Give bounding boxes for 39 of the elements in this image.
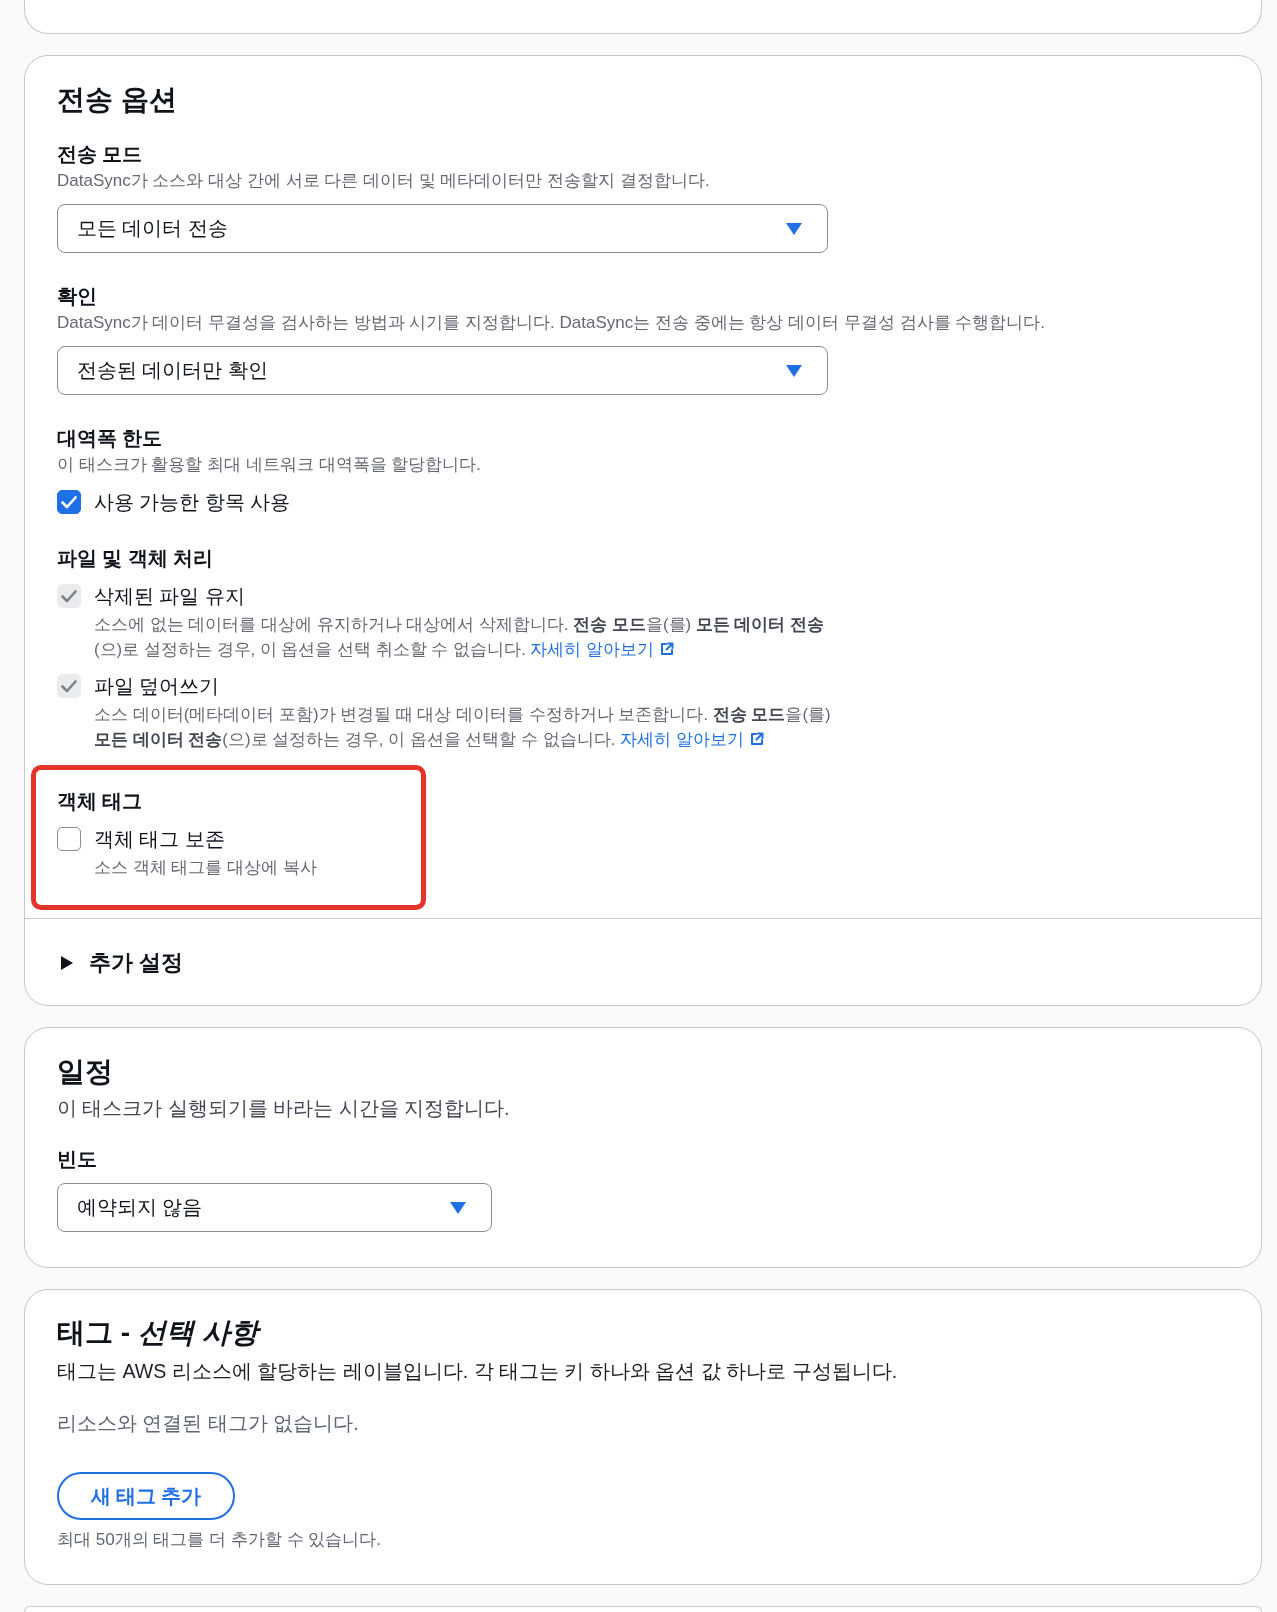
checkbox[interactable] (57, 827, 81, 851)
field-description: DataSync가 소스와 대상 간에 서로 다른 데이터 및 메타데이터만 전송할지 결정합니다. (57, 170, 711, 192)
section-title: 전송 옵션 (57, 83, 178, 117)
checkbox-label: 삭제된 파일 유지 (94, 583, 245, 609)
caret-down-icon (450, 1201, 466, 1214)
section-title: 태그 - 선택 사항 (57, 1316, 1229, 1350)
checkmark-icon (61, 589, 77, 603)
option-description: 소스에 없는 데이터를 대상에 유지하거나 대상에서 삭제합니다. 전송 모드을(를) 모든 데이터 전송(으)로 설정하는 경우, 이 옵션을 선택 취소할 수 없습니다. 자세히 알아보기 (94, 614, 826, 661)
field-label: 객체 태그 (57, 790, 144, 813)
dropdown[interactable]: 전송된 데이터만 확인 (57, 346, 828, 395)
caret-right-icon (61, 956, 73, 970)
field-label: 파일 및 객체 처리 (57, 547, 215, 570)
field-label: 빈도 (57, 1148, 98, 1171)
external-link-icon (749, 732, 764, 746)
caret-down-icon (786, 364, 802, 377)
checkmark-icon (61, 495, 77, 509)
checkmark-icon (61, 679, 77, 693)
option-description: 소스 데이터(메타데이터 포함)가 변경될 때 대상 데이터를 수정하거나 보존합니다. 전송 모드을(를) 모든 데이터 전송(으)로 설정하는 경우, 이 옵션을 선택할 수 없습니다. 자세히 알아보기 (94, 704, 832, 751)
checkbox-label: 파일 덮어쓰기 (94, 673, 220, 699)
empty-message: 리소스와 연결된 태그가 없습니다. (57, 1411, 360, 1436)
add-tag-button[interactable]: 새 태그 추가 (57, 1472, 235, 1520)
section-description: 이 태스크가 실행되기를 바라는 시간을 지정합니다. (57, 1096, 511, 1121)
option-description: 소스 객체 태그를 대상에 복사 (94, 857, 317, 879)
field-label: 확인 (57, 285, 98, 308)
field-description: 이 태스크가 활용할 최대 네트워크 대역폭을 할당합니다. (57, 454, 483, 476)
field-label: 전송 모드 (57, 143, 144, 166)
caret-down-icon (786, 222, 802, 235)
dropdown[interactable]: 예약되지 않음 (57, 1183, 492, 1232)
dropdown[interactable]: 모든 데이터 전송 (57, 204, 828, 253)
checkbox-label: 사용 가능한 항목 사용 (94, 489, 291, 515)
field-description: DataSync가 데이터 무결성을 검사하는 방법과 시기를 지정합니다. DataSync는 전송 중에는 항상 데이터 무결성 검사를 수행합니다. (57, 312, 1046, 334)
section-title: 일정 (57, 1055, 114, 1089)
expand-toggle[interactable]: 추가 설정 (57, 948, 184, 978)
tag-limit-hint: 최대 50개의 태그를 더 추가할 수 있습니다. (57, 1529, 382, 1551)
field-label: 대역폭 한도 (57, 427, 164, 450)
external-link-icon (660, 642, 675, 656)
checkbox[interactable] (57, 490, 81, 514)
checkbox-label: 객체 태그 보존 (94, 826, 225, 852)
section-description: 태그는 AWS 리소스에 할당하는 레이블입니다. 각 태그는 키 하나와 옵션 값 하나로 구성됩니다. (57, 1359, 899, 1384)
